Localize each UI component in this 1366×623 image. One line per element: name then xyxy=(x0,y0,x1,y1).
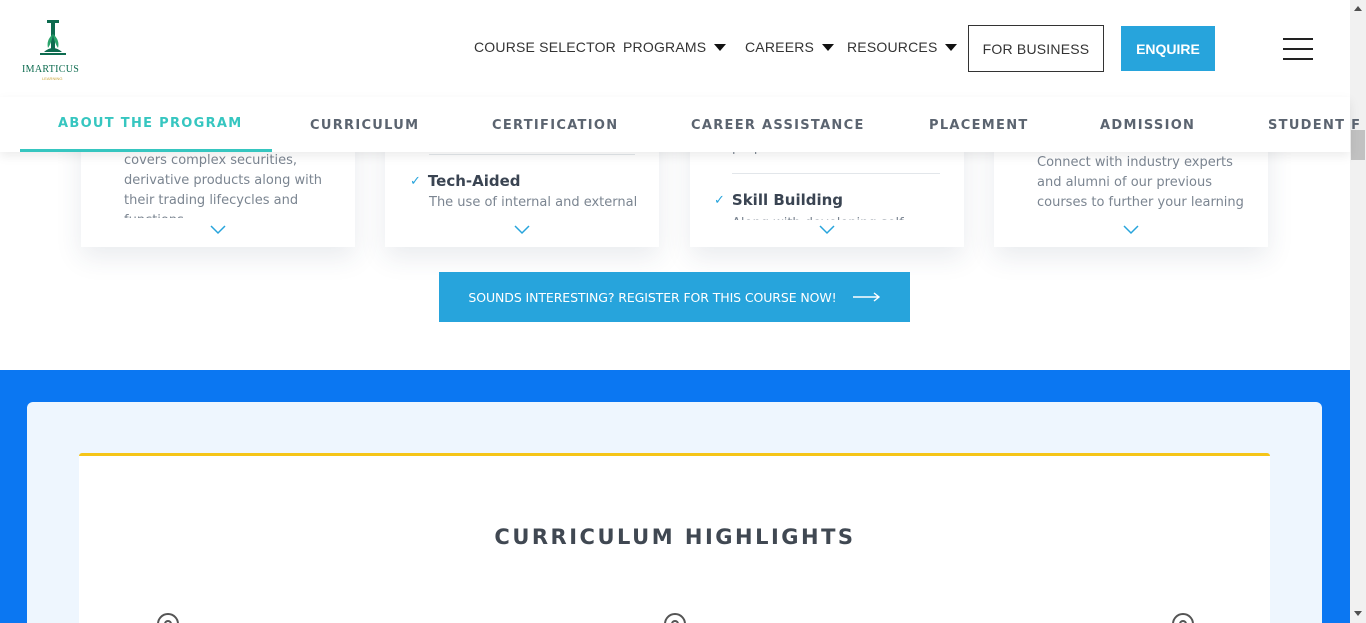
card-text-line: derivative products along with xyxy=(124,173,323,188)
card-text-line: covers complex securities, xyxy=(124,153,297,168)
chevron-down-icon[interactable] xyxy=(514,225,530,235)
nav-label: CAREERS xyxy=(745,39,815,55)
tab-about-the-program[interactable]: ABOUT THE PROGRAM xyxy=(58,116,243,131)
nav-label: COURSE SELECTOR xyxy=(474,39,616,55)
site-header: IMARTICUS LEARNING COURSE SELECTOR PROGR… xyxy=(0,0,1350,97)
card-divider xyxy=(429,154,635,155)
nav-label: RESOURCES xyxy=(847,39,938,55)
caret-down-icon xyxy=(945,43,958,51)
checkmark-icon: ✓ xyxy=(410,173,421,189)
card-text-line: The use of internal and external xyxy=(429,195,638,210)
tab-curriculum[interactable]: CURRICULUM xyxy=(310,118,419,133)
scroll-down-arrow-icon[interactable] xyxy=(1354,611,1362,616)
chevron-down-icon[interactable] xyxy=(210,225,226,235)
active-tab-indicator xyxy=(20,149,272,152)
caret-down-icon xyxy=(714,43,727,51)
card-heading: ✓ Skill Building xyxy=(714,191,843,209)
enquire-button[interactable]: ENQUIRE xyxy=(1121,26,1215,71)
hamburger-icon[interactable] xyxy=(1283,38,1313,60)
chevron-down-icon[interactable] xyxy=(819,225,835,235)
card-text-line: Connect with industry experts xyxy=(1037,155,1233,170)
nav-careers[interactable]: CAREERS xyxy=(745,39,835,55)
arrow-right-icon xyxy=(852,292,880,302)
nav-resources[interactable]: RESOURCES xyxy=(847,39,958,55)
nav-course-selector[interactable]: COURSE SELECTOR xyxy=(474,39,616,55)
logo[interactable]: IMARTICUS LEARNING xyxy=(20,18,88,81)
tab-admission[interactable]: ADMISSION xyxy=(1100,118,1195,133)
card-divider xyxy=(732,173,940,174)
caret-down-icon xyxy=(822,43,835,51)
for-business-button[interactable]: FOR BUSINESS xyxy=(968,25,1104,72)
scroll-up-arrow-icon[interactable] xyxy=(1354,6,1362,11)
nav-label: PROGRAMS xyxy=(623,39,707,55)
card-text-line: Along with developing self xyxy=(732,214,904,220)
card-text-line: functions xyxy=(124,211,184,218)
card-text-line: courses to further your learning xyxy=(1037,195,1244,210)
chevron-down-icon[interactable] xyxy=(1123,225,1139,235)
card-text-line: and alumni of our previous xyxy=(1037,175,1212,190)
card-heading: ✓ Tech-Aided xyxy=(410,172,521,190)
tab-student-feedback[interactable]: STUDENT F xyxy=(1268,118,1361,133)
program-tabs: ABOUT THE PROGRAM CURRICULUM CERTIFICATI… xyxy=(0,97,1360,152)
scrollbar-thumb[interactable] xyxy=(1351,130,1365,160)
tab-certification[interactable]: CERTIFICATION xyxy=(492,118,618,133)
logo-mark-icon xyxy=(40,20,66,55)
tab-career-assistance[interactable]: CAREER ASSISTANCE xyxy=(691,118,865,133)
curriculum-highlights-title: CURRICULUM HIGHLIGHTS xyxy=(494,525,856,549)
cta-label: SOUNDS INTERESTING? REGISTER FOR THIS CO… xyxy=(468,289,837,305)
page: IMARTICUS LEARNING COURSE SELECTOR PROGR… xyxy=(0,0,1366,623)
card-heading-text: Skill Building xyxy=(731,191,844,209)
card-text-line: their trading lifecycles and xyxy=(124,193,299,208)
register-cta-button[interactable]: SOUNDS INTERESTING? REGISTER FOR THIS CO… xyxy=(439,272,910,322)
card-heading-text: Tech-Aided xyxy=(427,172,521,190)
scrollbar[interactable] xyxy=(1350,0,1366,623)
checkmark-icon: ✓ xyxy=(714,192,725,208)
tab-placement[interactable]: PLACEMENT xyxy=(929,118,1029,133)
logo-text: IMARTICUS xyxy=(22,64,80,75)
nav-programs[interactable]: PROGRAMS xyxy=(623,39,727,55)
logo-subtext: LEARNING xyxy=(42,76,63,81)
